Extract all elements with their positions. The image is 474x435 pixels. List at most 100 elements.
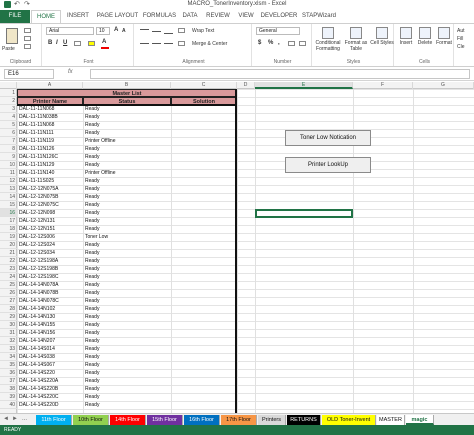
sheet-tab[interactable]: 10th Floor: [73, 415, 109, 425]
printer-lookup-button[interactable]: Printer LookUp: [285, 157, 371, 173]
sheet-tab[interactable]: magic: [406, 415, 434, 425]
printer-name-cell[interactable]: DAL-12-12S198A: [17, 257, 83, 265]
align-top-icon[interactable]: [140, 29, 149, 30]
row-header[interactable]: 14: [0, 193, 17, 201]
row-header[interactable]: 27: [0, 297, 17, 305]
status-cell[interactable]: Ready: [83, 185, 171, 193]
cut-icon[interactable]: [24, 28, 31, 33]
row-header[interactable]: 32: [0, 337, 17, 345]
row-header[interactable]: 1: [0, 89, 17, 97]
clear-button[interactable]: Cle: [457, 44, 465, 50]
master-list-title[interactable]: Master List: [17, 89, 237, 97]
indent-icon[interactable]: [178, 41, 185, 46]
shrink-font-icon[interactable]: A: [122, 28, 126, 34]
row-header[interactable]: 28: [0, 305, 17, 313]
status-cell[interactable]: Ready: [83, 153, 171, 161]
status-cell[interactable]: Ready: [83, 369, 171, 377]
printer-name-cell[interactable]: DAL-14-14S220: [17, 369, 83, 377]
printer-name-cell[interactable]: DAL-11-11S025: [17, 177, 83, 185]
printer-name-cell[interactable]: DAL-11-11N126C: [17, 153, 83, 161]
column-header-c[interactable]: C: [171, 82, 237, 89]
percent-button[interactable]: %: [268, 40, 273, 46]
align-right-icon[interactable]: [164, 43, 173, 44]
number-format-select[interactable]: General: [256, 27, 300, 35]
paste-icon[interactable]: [6, 28, 18, 44]
printer-name-cell[interactable]: DAL-11-11N126: [17, 145, 83, 153]
sheet-tab[interactable]: 14th Floor: [110, 415, 146, 425]
toner-low-notification-button[interactable]: Toner Low Notication: [285, 130, 371, 146]
sheet-tab[interactable]: RETURNS: [287, 415, 321, 425]
printer-name-cell[interactable]: DAL-14-14N130: [17, 313, 83, 321]
align-center-icon[interactable]: [152, 43, 161, 44]
printer-name-cell[interactable]: DAL-12-12S024: [17, 241, 83, 249]
printer-name-cell[interactable]: DAL-14-14S067: [17, 361, 83, 369]
row-header[interactable]: 10: [0, 161, 17, 169]
status-cell[interactable]: Ready: [83, 121, 171, 129]
format-painter-icon[interactable]: [24, 44, 31, 49]
format-cells-icon[interactable]: [438, 27, 450, 39]
next-sheet-icon[interactable]: ►: [12, 416, 18, 422]
font-color-icon[interactable]: A: [102, 39, 106, 45]
orientation-icon[interactable]: [178, 28, 185, 33]
printer-name-cell[interactable]: DAL-12-12N098: [17, 209, 83, 217]
printer-name-cell[interactable]: DAL-14-14N156: [17, 329, 83, 337]
row-header[interactable]: 8: [0, 145, 17, 153]
decrease-decimal-icon[interactable]: [299, 41, 306, 46]
status-cell[interactable]: Ready: [83, 265, 171, 273]
tab-stapwizard[interactable]: STAPWizard: [301, 10, 337, 23]
status-cell[interactable]: Ready: [83, 161, 171, 169]
row-header[interactable]: 31: [0, 329, 17, 337]
column-header-a[interactable]: A: [17, 82, 83, 89]
row-header[interactable]: 19: [0, 233, 17, 241]
status-cell[interactable]: Ready: [83, 193, 171, 201]
sheet-tab[interactable]: Printers: [258, 415, 286, 425]
underline-button[interactable]: U: [63, 40, 67, 46]
status-cell[interactable]: Toner Low: [83, 233, 171, 241]
tab-developer[interactable]: DEVELOPER: [259, 10, 299, 23]
select-all-corner[interactable]: [0, 82, 17, 89]
printer-name-cell[interactable]: DAL-14-14N155: [17, 321, 83, 329]
row-header[interactable]: 15: [0, 201, 17, 209]
printer-name-cell[interactable]: DAL-14-14S220D: [17, 401, 83, 409]
row-header[interactable]: 7: [0, 137, 17, 145]
column-header-e[interactable]: E: [255, 82, 353, 89]
wrap-text-button[interactable]: Wrap Text: [192, 28, 214, 34]
status-cell[interactable]: Ready: [83, 145, 171, 153]
row-header[interactable]: 5: [0, 121, 17, 129]
align-middle-icon[interactable]: [152, 31, 161, 32]
status-cell[interactable]: Ready: [83, 313, 171, 321]
row-header[interactable]: 13: [0, 185, 17, 193]
column-header-b[interactable]: B: [83, 82, 171, 89]
column-header-d[interactable]: D: [237, 82, 255, 89]
status-cell[interactable]: Ready: [83, 305, 171, 313]
formula-input[interactable]: [90, 69, 470, 79]
active-cell-e16[interactable]: [255, 209, 353, 218]
tab-view[interactable]: VIEW: [235, 10, 257, 23]
printer-name-cell[interactable]: DAL-12-12S198C: [17, 273, 83, 281]
status-cell[interactable]: Ready: [83, 105, 171, 113]
row-header[interactable]: 26: [0, 289, 17, 297]
printer-name-cell[interactable]: DAL-11-11N119: [17, 137, 83, 145]
row-header[interactable]: 35: [0, 361, 17, 369]
row-header[interactable]: 18: [0, 225, 17, 233]
format-cells-button[interactable]: Format: [434, 40, 454, 46]
row-header[interactable]: 4: [0, 113, 17, 121]
row-header[interactable]: 6: [0, 129, 17, 137]
printer-name-cell[interactable]: DAL-11-11N038B: [17, 113, 83, 121]
column-header-f[interactable]: F: [353, 82, 413, 89]
status-cell[interactable]: Printer Offline: [83, 169, 171, 177]
printer-name-cell[interactable]: DAL-14-14S220A: [17, 377, 83, 385]
tab-file[interactable]: FILE: [0, 10, 30, 23]
status-cell[interactable]: Ready: [83, 289, 171, 297]
row-header[interactable]: 30: [0, 321, 17, 329]
borders-icon[interactable]: [74, 41, 81, 46]
status-cell[interactable]: Ready: [83, 401, 171, 409]
row-header[interactable]: 22: [0, 257, 17, 265]
tab-insert[interactable]: INSERT: [63, 10, 93, 23]
status-cell[interactable]: Ready: [83, 241, 171, 249]
tab-formulas[interactable]: FORMULAS: [142, 10, 177, 23]
printer-name-cell[interactable]: DAL-12-12N131: [17, 217, 83, 225]
status-cell[interactable]: Ready: [83, 257, 171, 265]
printer-name-cell[interactable]: DAL-12-12N075A: [17, 185, 83, 193]
printer-name-cell[interactable]: DAL-14-14N078B: [17, 289, 83, 297]
